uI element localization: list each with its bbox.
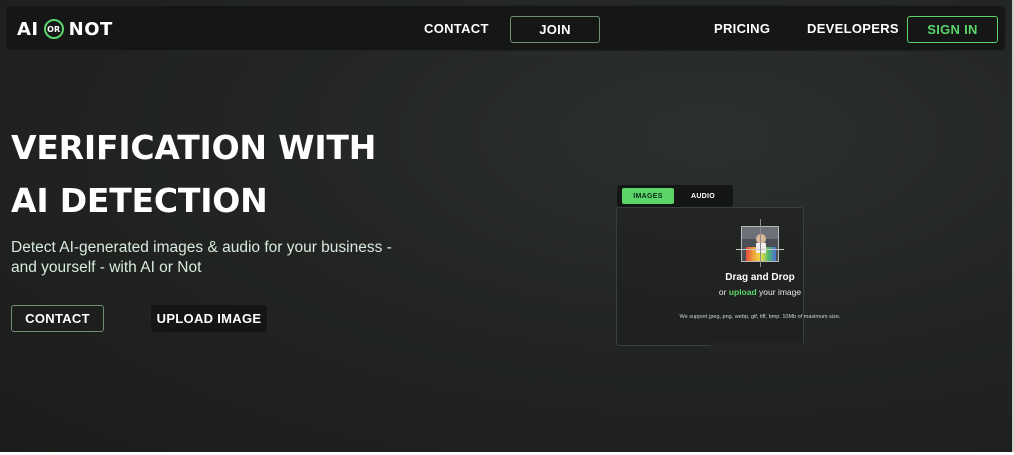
instruction-suffix: your image xyxy=(759,287,802,297)
sign-in-button[interactable]: SIGN IN xyxy=(907,16,998,43)
join-button[interactable]: JOIN xyxy=(510,16,600,43)
logo-or-badge: OR xyxy=(43,19,64,39)
nav-pricing-link[interactable]: PRICING xyxy=(714,21,770,36)
logo[interactable]: AI OR NOT xyxy=(17,17,113,41)
nav-contact-link[interactable]: CONTACT xyxy=(424,21,489,36)
hero-subtitle: Detect AI-generated images & audio for y… xyxy=(11,239,392,276)
drop-zone-instruction: or upload your image xyxy=(690,287,830,297)
drop-zone-shadow xyxy=(710,343,810,351)
media-type-tabs: IMAGES AUDIO xyxy=(617,185,733,207)
upload-link[interactable]: upload xyxy=(729,287,757,297)
logo-text-not: NOT xyxy=(68,18,113,40)
supported-formats-note: We support jpeg, png, webp, gif, tiff, b… xyxy=(679,314,841,320)
drop-zone-title: Drag and Drop xyxy=(725,272,795,283)
upload-image-button[interactable]: UPLOAD IMAGE xyxy=(151,305,267,332)
tab-audio[interactable]: AUDIO xyxy=(677,188,729,204)
tab-images[interactable]: IMAGES xyxy=(622,188,674,204)
crosshair-vertical xyxy=(760,219,761,267)
instruction-prefix: or xyxy=(718,287,727,297)
hero-title-line-2: AI DETECTION xyxy=(11,181,268,220)
top-nav: AI OR NOT CONTACT JOIN PRICING DEVELOPER… xyxy=(5,5,1006,51)
logo-text-ai: AI xyxy=(17,18,39,40)
nav-developers-link[interactable]: DEVELOPERS xyxy=(807,21,899,36)
page: AI OR NOT CONTACT JOIN PRICING DEVELOPER… xyxy=(0,0,1012,452)
hero-title-line-1: VERIFICATION WITH xyxy=(11,128,377,167)
hero-contact-button[interactable]: CONTACT xyxy=(11,305,104,332)
